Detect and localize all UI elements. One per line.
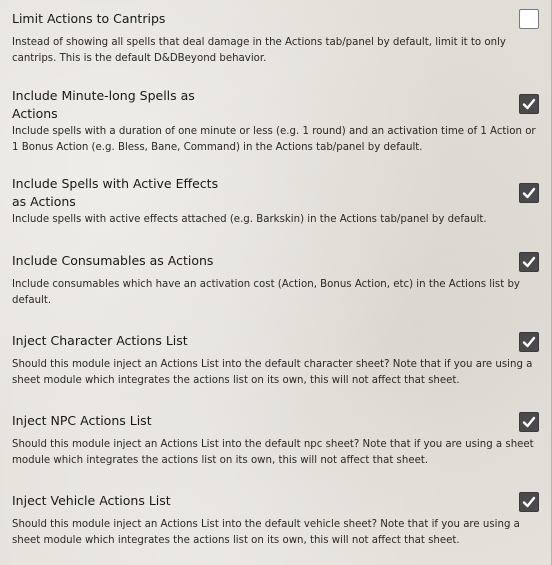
include-consumables-checkbox[interactable] (519, 252, 539, 272)
setting-hint: Instead of showing all spells that deal … (12, 37, 506, 64)
include-minute-spells-checkbox[interactable] (519, 94, 539, 114)
setting-hint: Include spells with a duration of one mi… (12, 126, 536, 153)
inject-vehicle-actions-checkbox[interactable] (519, 492, 539, 512)
setting-label: Limit Actions to Cantrips (12, 11, 166, 26)
settings-list: Limit Actions to Cantrips Instead of sho… (0, 0, 552, 565)
limit-cantrips-checkbox[interactable] (519, 9, 539, 29)
inject-npc-actions-checkbox[interactable] (519, 412, 539, 432)
setting-hint: Should this module inject an Actions Lis… (12, 359, 533, 386)
setting-label: Include Consumables as Actions (12, 253, 214, 268)
checkmark-icon (522, 187, 536, 199)
setting-label: Inject NPC Actions List (12, 413, 152, 428)
setting-label: Inject Vehicle Actions List (12, 493, 171, 508)
include-active-effects-checkbox[interactable] (519, 183, 539, 203)
checkmark-icon (522, 416, 536, 428)
checkmark-icon (522, 336, 536, 348)
setting-hint: Include spells with active effects attac… (12, 214, 487, 225)
checkmark-icon (522, 98, 536, 110)
setting-label: Inject Character Actions List (12, 333, 188, 348)
checkmark-icon (522, 496, 536, 508)
inject-character-actions-checkbox[interactable] (519, 332, 539, 352)
setting-label: Include Spells with Active Effects as Ac… (12, 176, 219, 209)
checkmark-icon (522, 256, 536, 268)
setting-hint: Include consumables which have an activa… (12, 279, 520, 306)
setting-label: Include Minute-long Spells as Actions (12, 88, 195, 121)
setting-hint: Should this module inject an Actions Lis… (12, 439, 534, 466)
setting-hint: Should this module inject an Actions Lis… (12, 519, 520, 546)
